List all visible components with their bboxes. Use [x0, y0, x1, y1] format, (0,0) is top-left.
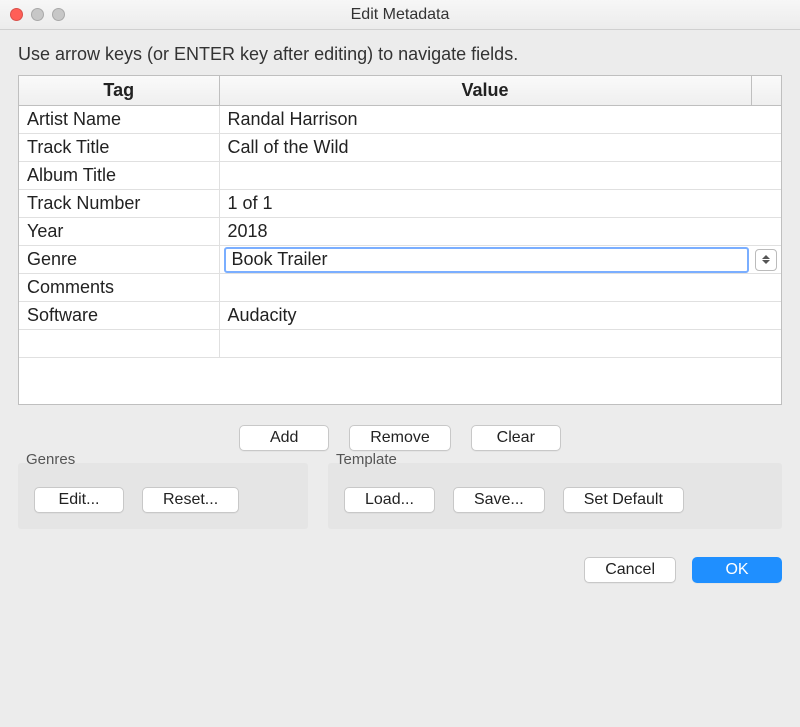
table-row — [19, 330, 781, 358]
value-cell[interactable] — [219, 274, 781, 302]
ok-button[interactable]: OK — [692, 557, 782, 583]
genre-input[interactable]: Book Trailer — [224, 247, 750, 273]
header-value[interactable]: Value — [219, 76, 751, 106]
value-cell[interactable]: 1 of 1 — [219, 190, 781, 218]
tag-cell[interactable] — [19, 330, 219, 358]
header-extra — [751, 76, 781, 106]
table-row: Comments — [19, 274, 781, 302]
titlebar: Edit Metadata — [0, 0, 800, 30]
tag-cell[interactable]: Track Number — [19, 190, 219, 218]
row-action-buttons: Add Remove Clear — [18, 425, 782, 451]
dialog-content: Use arrow keys (or ENTER key after editi… — [0, 30, 800, 599]
zoom-window-icon — [52, 8, 65, 21]
window-controls — [10, 8, 65, 21]
value-cell[interactable]: Book Trailer — [219, 246, 781, 274]
tag-cell[interactable]: Artist Name — [19, 106, 219, 134]
genre-dropdown-stepper[interactable] — [755, 249, 777, 271]
tag-cell[interactable]: Year — [19, 218, 219, 246]
tag-cell[interactable]: Software — [19, 302, 219, 330]
chevron-up-icon — [762, 255, 770, 259]
add-button[interactable]: Add — [239, 425, 329, 451]
table-row: Album Title — [19, 162, 781, 190]
table-row: Track Number1 of 1 — [19, 190, 781, 218]
tag-cell[interactable]: Genre — [19, 246, 219, 274]
chevron-down-icon — [762, 260, 770, 264]
value-cell[interactable] — [219, 330, 781, 358]
tag-cell[interactable]: Album Title — [19, 162, 219, 190]
metadata-table: Tag Value Artist NameRandal HarrisonTrac… — [18, 75, 782, 405]
table-row: Year2018 — [19, 218, 781, 246]
genres-group-label: Genres — [24, 451, 77, 468]
template-load-button[interactable]: Load... — [344, 487, 435, 513]
remove-button[interactable]: Remove — [349, 425, 451, 451]
group-row: Genres Edit... Reset... Template Load...… — [18, 463, 782, 529]
instruction-text: Use arrow keys (or ENTER key after editi… — [18, 44, 782, 65]
template-group-label: Template — [334, 451, 399, 468]
value-cell[interactable]: Audacity — [219, 302, 781, 330]
genres-edit-button[interactable]: Edit... — [34, 487, 124, 513]
value-cell[interactable]: Randal Harrison — [219, 106, 781, 134]
template-group: Template Load... Save... Set Default — [328, 463, 782, 529]
table-row: GenreBook Trailer — [19, 246, 781, 274]
genres-group: Genres Edit... Reset... — [18, 463, 308, 529]
tag-cell[interactable]: Track Title — [19, 134, 219, 162]
template-save-button[interactable]: Save... — [453, 487, 545, 513]
window-title: Edit Metadata — [0, 6, 800, 24]
table-row: SoftwareAudacity — [19, 302, 781, 330]
clear-button[interactable]: Clear — [471, 425, 561, 451]
close-window-icon[interactable] — [10, 8, 23, 21]
cancel-button[interactable]: Cancel — [584, 557, 676, 583]
dialog-footer: Cancel OK — [18, 557, 782, 583]
tag-cell[interactable]: Comments — [19, 274, 219, 302]
template-set-default-button[interactable]: Set Default — [563, 487, 684, 513]
value-cell[interactable]: Call of the Wild — [219, 134, 781, 162]
minimize-window-icon — [31, 8, 44, 21]
value-cell[interactable]: 2018 — [219, 218, 781, 246]
value-cell[interactable] — [219, 162, 781, 190]
table-row: Track TitleCall of the Wild — [19, 134, 781, 162]
header-tag[interactable]: Tag — [19, 76, 219, 106]
genres-reset-button[interactable]: Reset... — [142, 487, 239, 513]
table-row: Artist NameRandal Harrison — [19, 106, 781, 134]
